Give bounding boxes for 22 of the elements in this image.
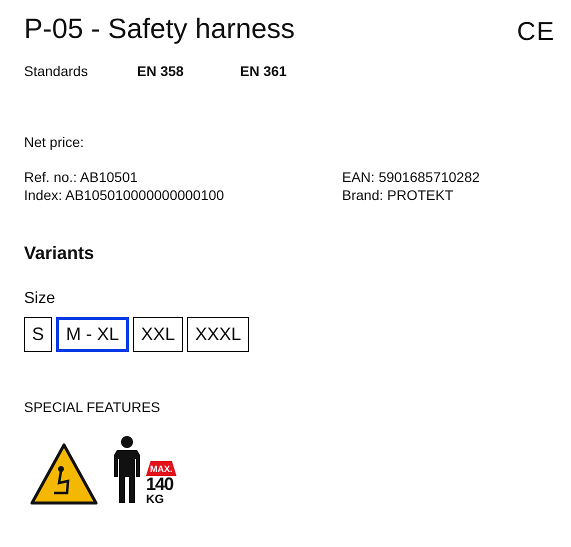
ce-mark: CE <box>516 16 555 47</box>
size-option[interactable]: S <box>24 317 52 352</box>
standard-code: EN 358 <box>137 63 185 79</box>
load-unit: KG <box>146 493 164 505</box>
size-label: Size <box>24 290 56 308</box>
person-figure-icon <box>112 435 142 505</box>
size-option[interactable]: XXL <box>133 317 184 352</box>
load-value: 140 <box>146 476 174 493</box>
size-option[interactable]: XXXL <box>187 317 250 352</box>
net-price-label: Net price: <box>24 134 85 150</box>
electric-hazard-icon <box>30 443 98 505</box>
detail-text: Ref. no.: AB10501 <box>24 169 139 185</box>
detail-text: EAN: 5901685710282 <box>342 169 480 185</box>
detail-text: Brand: PROTEKT <box>342 187 454 203</box>
special-features-heading: SPECIAL FEATURES <box>24 399 162 415</box>
standards-label: Standards <box>24 63 89 79</box>
variants-heading: Variants <box>24 243 96 264</box>
size-option[interactable]: M - XL <box>56 317 130 352</box>
detail-text: Index: AB105010000000000100 <box>24 187 226 203</box>
product-title: P-05 - Safety harness <box>24 12 295 44</box>
weight-badge: MAX. <box>146 461 176 476</box>
standard-code: EN 361 <box>240 63 288 79</box>
